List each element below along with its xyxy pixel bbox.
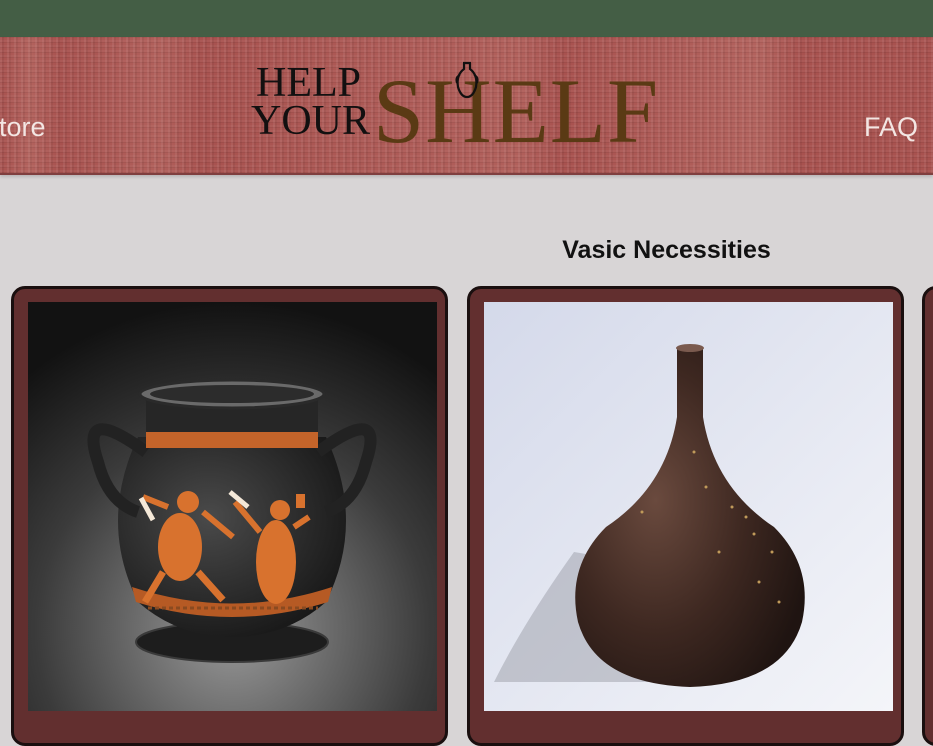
logo-help-text: HELP — [256, 60, 361, 106]
logo-your-text: YOUR — [251, 98, 371, 144]
vase-logo-icon — [455, 61, 479, 99]
site-logo[interactable]: HELP YOUR SHELF — [248, 61, 708, 161]
nav-link-faq[interactable]: FAQ — [864, 112, 918, 143]
product-card[interactable] — [467, 286, 904, 746]
nav-link-store[interactable]: tore — [0, 112, 46, 143]
product-card[interactable] — [11, 286, 448, 746]
logo-shelf-text: SHELF — [373, 60, 660, 162]
product-image[interactable] — [484, 302, 893, 711]
section-title: Vasic Necessities — [562, 235, 771, 264]
top-bar — [0, 0, 933, 37]
product-image[interactable] — [28, 302, 437, 711]
site-header: tore HELP YOUR SHELF FAQ — [0, 37, 933, 175]
product-card[interactable] — [922, 286, 933, 746]
